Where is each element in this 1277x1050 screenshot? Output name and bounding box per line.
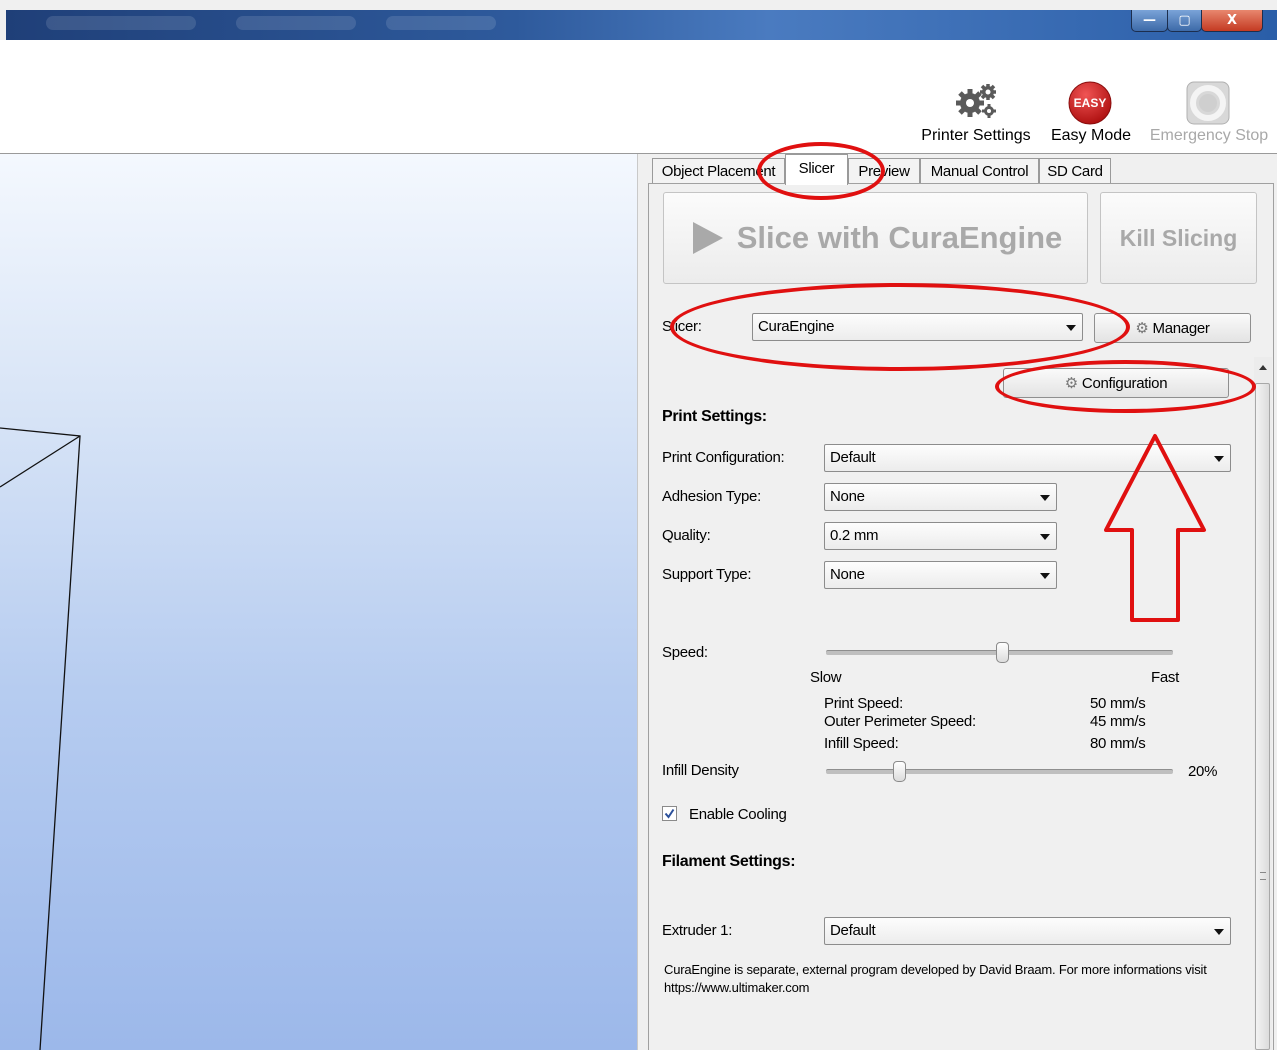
slice-button[interactable]: Slice with CuraEngine [663, 192, 1088, 284]
slice-button-label: Slice with CuraEngine [736, 220, 1063, 255]
blurred-title-text [386, 16, 496, 30]
adhesion-type-select[interactable]: None [824, 483, 1057, 511]
blurred-title-text [236, 16, 356, 30]
support-type-label: Support Type: [662, 566, 752, 583]
tab-sd-card[interactable]: SD Card [1039, 158, 1111, 184]
support-type-select[interactable]: None [824, 561, 1057, 589]
scrollbar-thumb[interactable] [1255, 383, 1270, 1050]
tab-label: SD Card [1047, 163, 1103, 180]
close-icon: X [1226, 13, 1238, 28]
blurred-title-text [46, 16, 196, 30]
enable-cooling-checkbox[interactable] [662, 806, 677, 821]
quality-select[interactable]: 0.2 mm [824, 522, 1057, 550]
print-speed-value: 50 mm/s [1090, 695, 1146, 712]
extruder-select[interactable]: Default [824, 917, 1231, 945]
infill-density-value: 20% [1188, 763, 1218, 780]
extruder-value: Default [830, 922, 876, 939]
infill-speed-value: 80 mm/s [1090, 735, 1146, 752]
infill-density-slider[interactable] [826, 769, 1173, 774]
speed-min-label: Slow [810, 669, 842, 686]
tab-slicer[interactable]: Slicer [785, 154, 848, 185]
print-configuration-value: Default [830, 449, 876, 466]
gear-icon: ⚙ [1064, 374, 1078, 392]
speed-slider-thumb[interactable] [996, 642, 1010, 663]
gear-icon: ⚙ [1135, 319, 1149, 337]
tab-preview[interactable]: Preview [848, 158, 920, 184]
panel-scrollbar[interactable] [1254, 357, 1272, 1050]
close-button[interactable]: X [1201, 10, 1263, 32]
easy-badge-text: EASY [1073, 96, 1107, 110]
manager-button[interactable]: ⚙ Manager [1094, 313, 1251, 343]
chevron-down-icon [1066, 325, 1076, 331]
tab-label: Slicer [798, 160, 835, 177]
extruder-label: Extruder 1: [662, 922, 733, 939]
chevron-down-icon [1040, 495, 1050, 501]
slicer-label: Slicer: [662, 318, 702, 335]
speed-max-label: Fast [1151, 669, 1179, 686]
annotation-arrow-up-icon [1104, 434, 1206, 622]
tab-object-placement[interactable]: Object Placement [652, 158, 785, 184]
print-bed-wireframe [0, 427, 81, 1050]
support-type-value: None [830, 566, 865, 583]
manager-button-label: Manager [1152, 319, 1210, 337]
tab-label: Preview [858, 163, 910, 180]
printer-settings-label: Printer Settings [921, 127, 1031, 144]
tab-manual-control[interactable]: Manual Control [920, 158, 1039, 184]
grip-icon [1260, 872, 1266, 880]
emergency-stop-icon [1186, 81, 1230, 125]
quality-value: 0.2 mm [830, 527, 879, 544]
kill-slicing-label: Kill Slicing [1119, 224, 1238, 251]
infill-density-slider-thumb[interactable] [892, 761, 906, 782]
print-configuration-label: Print Configuration: [662, 449, 785, 466]
3d-view[interactable] [0, 154, 638, 1050]
chevron-down-icon [1214, 456, 1224, 462]
gears-icon [956, 84, 996, 118]
maximize-icon: ▢ [1178, 13, 1191, 28]
speed-label: Speed: [662, 644, 708, 661]
tab-label: Object Placement [661, 163, 776, 180]
print-settings-heading: Print Settings: [662, 408, 767, 425]
chevron-down-icon [1040, 534, 1050, 540]
chevron-down-icon [1040, 573, 1050, 579]
adhesion-type-value: None [830, 488, 865, 505]
infill-density-label: Infill Density [662, 762, 739, 779]
minimize-button[interactable]: — [1131, 10, 1168, 32]
configuration-button-label: Configuration [1081, 374, 1168, 392]
quality-label: Quality: [662, 527, 711, 544]
window-title-bar[interactable]: — ▢ X [6, 10, 1277, 40]
footer-note: CuraEngine is separate, external program… [664, 962, 1207, 995]
easy-mode-label: Easy Mode [1050, 127, 1132, 144]
emergency-stop-label: Emergency Stop [1149, 127, 1269, 144]
minimize-icon: — [1143, 13, 1156, 28]
slicer-select[interactable]: CuraEngine [752, 313, 1083, 341]
slicer-select-value: CuraEngine [758, 318, 835, 335]
kill-slicing-button[interactable]: Kill Slicing [1100, 192, 1257, 284]
enable-cooling-label: Enable Cooling [689, 806, 787, 823]
outer-perimeter-speed-label: Outer Perimeter Speed: [824, 713, 976, 730]
play-icon [692, 222, 723, 254]
scroll-up-icon [1259, 365, 1267, 370]
checkmark-icon [664, 808, 675, 819]
print-speed-label: Print Speed: [824, 695, 903, 712]
chevron-down-icon [1214, 929, 1224, 935]
filament-settings-heading: Filament Settings: [662, 853, 796, 870]
tab-label: Manual Control [930, 163, 1029, 180]
adhesion-type-label: Adhesion Type: [662, 488, 761, 505]
configuration-button[interactable]: ⚙ Configuration [1003, 368, 1229, 398]
infill-speed-label: Infill Speed: [824, 735, 899, 752]
maximize-button[interactable]: ▢ [1167, 10, 1202, 32]
outer-perimeter-speed-value: 45 mm/s [1090, 713, 1146, 730]
